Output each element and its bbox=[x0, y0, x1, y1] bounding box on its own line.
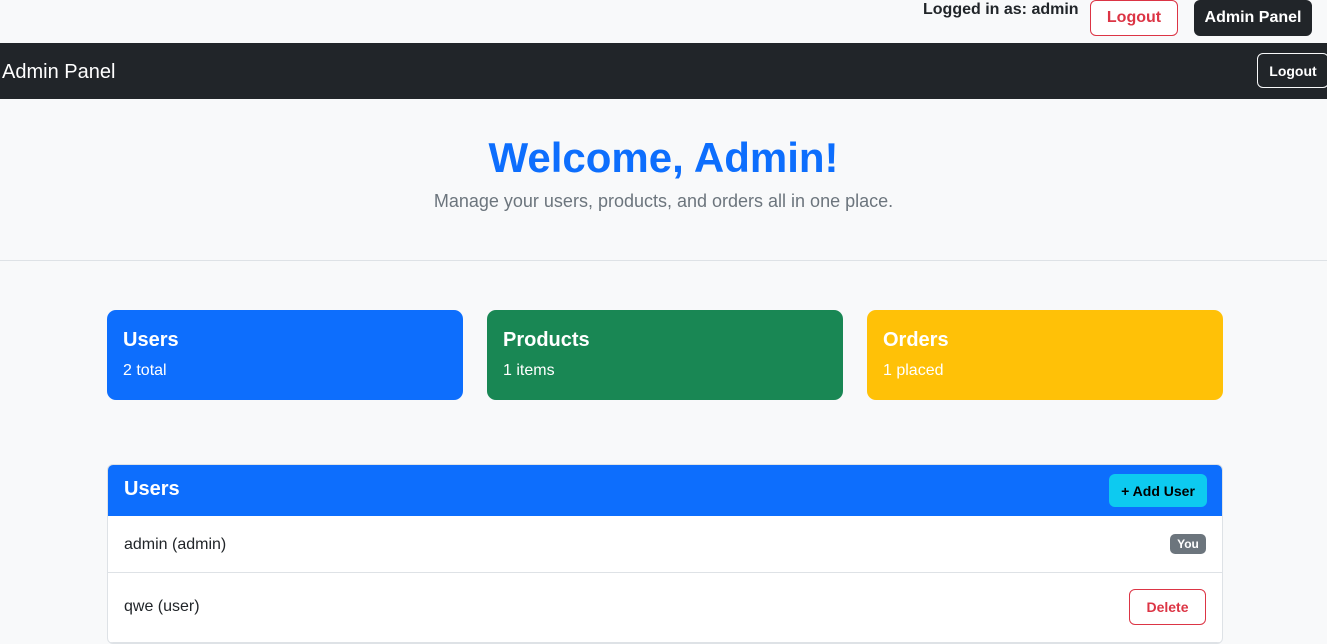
stat-title: Users bbox=[123, 329, 179, 351]
stat-card-orders: Orders 1 placed bbox=[867, 310, 1223, 400]
user-row: qwe (user) Delete bbox=[108, 573, 1222, 643]
stat-card-users: Users 2 total bbox=[107, 310, 463, 400]
users-card: Users + Add User admin (admin) You qwe (… bbox=[107, 464, 1223, 644]
stat-title: Products bbox=[503, 329, 590, 351]
page-subtitle: Manage your users, products, and orders … bbox=[433, 191, 894, 211]
users-card-title: Users bbox=[124, 478, 180, 500]
users-card-header: Users + Add User bbox=[108, 465, 1222, 516]
page-title: Welcome, Admin! bbox=[488, 134, 839, 181]
stat-value: 2 total bbox=[123, 362, 167, 379]
user-row: admin (admin) You bbox=[108, 516, 1222, 573]
stat-value: 1 items bbox=[503, 362, 555, 379]
you-badge: You bbox=[1170, 534, 1206, 554]
stat-card-products: Products 1 items bbox=[487, 310, 843, 400]
top-bar: Logged in as: admin Logout Admin Panel bbox=[0, 0, 1327, 43]
stat-title: Orders bbox=[883, 329, 949, 351]
stat-value: 1 placed bbox=[883, 362, 944, 379]
user-name: admin (admin) bbox=[124, 536, 227, 553]
top-logout-button[interactable]: Logout bbox=[1090, 0, 1178, 36]
navbar-logout-button[interactable]: Logout bbox=[1257, 53, 1327, 88]
logged-in-text: Logged in as: admin bbox=[923, 1, 1079, 18]
add-user-button[interactable]: + Add User bbox=[1109, 474, 1207, 507]
admin-panel-button[interactable]: Admin Panel bbox=[1194, 0, 1312, 36]
user-name: qwe (user) bbox=[124, 598, 200, 615]
delete-user-button[interactable]: Delete bbox=[1129, 589, 1206, 625]
navbar: Admin Panel Logout bbox=[0, 43, 1327, 99]
navbar-brand[interactable]: Admin Panel bbox=[2, 61, 115, 83]
hero-section: Welcome, Admin! Manage your users, produ… bbox=[0, 99, 1327, 261]
